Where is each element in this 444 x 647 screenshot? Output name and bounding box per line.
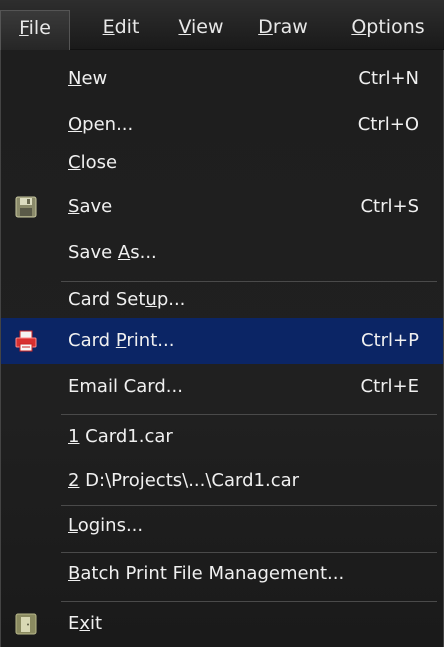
- menu-item-batch-print[interactable]: Batch Print File Management...: [1, 551, 443, 597]
- menu-item-email-card[interactable]: Email Card... Ctrl+E: [1, 364, 443, 410]
- menu-draw[interactable]: Draw: [250, 10, 316, 50]
- menu-item-recent-1[interactable]: 1 Card1.car: [1, 414, 443, 460]
- menu-item-save[interactable]: Save Ctrl+S: [1, 184, 443, 230]
- shortcut-email-card: Ctrl+E: [360, 376, 419, 397]
- menu-item-new[interactable]: New Ctrl+N: [1, 56, 443, 102]
- shortcut-card-print: Ctrl+P: [361, 330, 419, 351]
- printer-icon: [15, 330, 37, 352]
- menu-view[interactable]: View: [172, 10, 230, 50]
- file-menu-dropdown: New Ctrl+N Open... Ctrl+O Close Save Ctr…: [0, 50, 444, 647]
- floppy-disk-icon: [15, 196, 37, 218]
- shortcut-save: Ctrl+S: [360, 196, 419, 217]
- menu-options[interactable]: Options: [338, 10, 438, 50]
- menu-edit[interactable]: Edit: [95, 10, 147, 50]
- exit-door-icon: [15, 613, 37, 635]
- application-window: File Edit View Draw Options New Ctrl+N O…: [0, 0, 444, 647]
- menu-item-recent-2[interactable]: 2 D:\Projects\...\Card1.car: [1, 458, 443, 504]
- menu-file[interactable]: File: [0, 10, 70, 50]
- shortcut-new: Ctrl+N: [358, 68, 419, 89]
- menu-bar: File Edit View Draw Options: [0, 0, 444, 50]
- menu-item-exit[interactable]: Exit: [1, 601, 443, 647]
- menu-item-close[interactable]: Close: [1, 140, 443, 186]
- menu-item-card-print[interactable]: Card Print... Ctrl+P: [1, 318, 443, 364]
- menu-item-save-as[interactable]: Save As...: [1, 230, 443, 276]
- menu-item-card-setup[interactable]: Card Setup...: [1, 277, 443, 323]
- menu-item-logins[interactable]: Logins...: [1, 503, 443, 549]
